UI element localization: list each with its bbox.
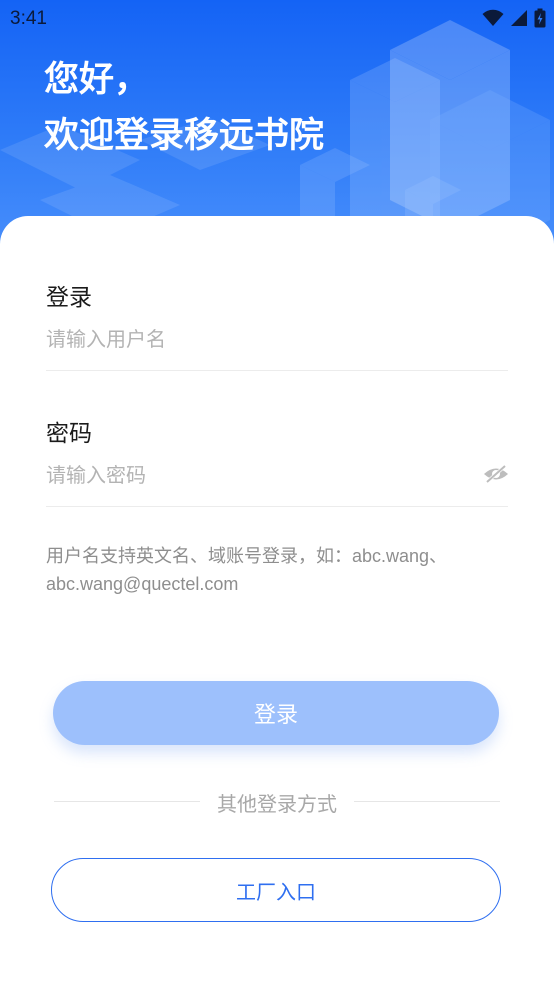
- eye-off-icon[interactable]: [483, 464, 509, 484]
- password-input[interactable]: [46, 456, 466, 496]
- greeting-line-1: 您好，: [44, 60, 150, 99]
- battery-icon: [534, 8, 546, 28]
- cellular-signal-icon: [511, 10, 527, 26]
- factory-entry-button[interactable]: 工厂入口: [51, 858, 501, 922]
- login-card: 登录 密码 用户名支持英文名、域账号登录，如：abc.wang、abc.wang…: [0, 216, 554, 984]
- status-time: 3:41: [10, 8, 47, 29]
- status-icons: [482, 8, 546, 28]
- username-hint: 用户名支持英文名、域账号登录，如：abc.wang、abc.wang@quect…: [46, 546, 448, 594]
- username-input[interactable]: [46, 320, 466, 360]
- password-label: 密码: [46, 420, 92, 446]
- greeting-line-2: 欢迎登录移远书院: [44, 116, 325, 155]
- other-login-label: 其他登录方式: [217, 794, 337, 816]
- other-login-methods: 其他登录方式: [54, 786, 500, 816]
- status-bar: 3:41: [0, 0, 554, 38]
- username-divider: [46, 370, 508, 371]
- login-button[interactable]: 登录: [53, 681, 499, 745]
- wifi-icon: [482, 9, 504, 26]
- other-divider-right: [354, 801, 500, 802]
- greeting: 您好， 欢迎登录移远书院: [44, 52, 324, 164]
- username-label: 登录: [46, 284, 92, 310]
- password-divider: [46, 506, 508, 507]
